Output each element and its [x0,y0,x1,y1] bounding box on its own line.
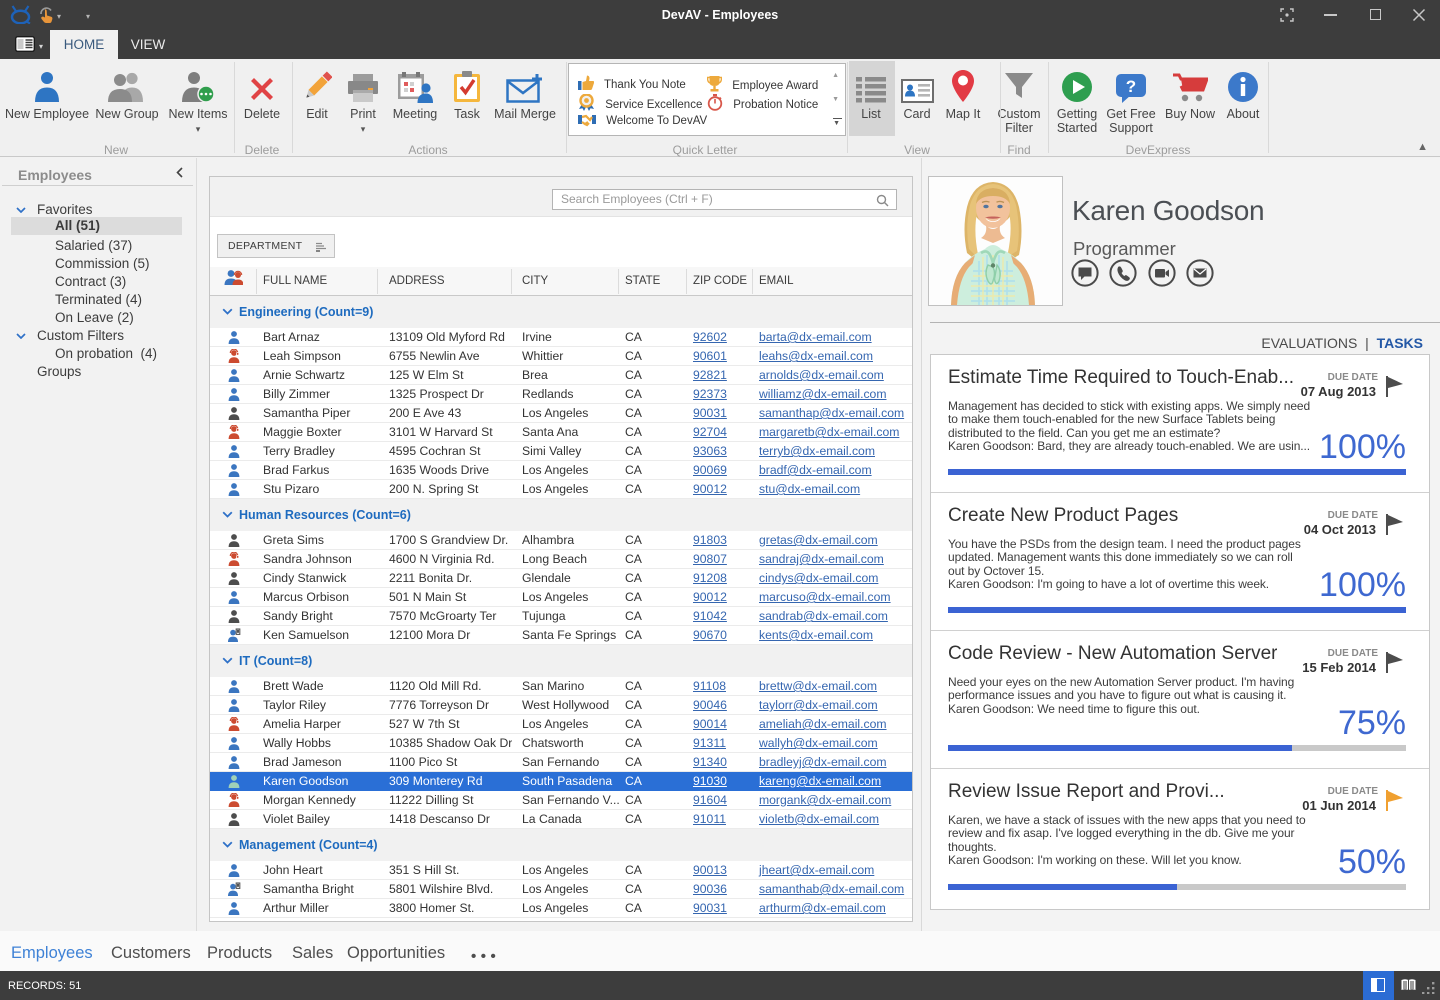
svg-text:?: ? [1126,77,1136,96]
